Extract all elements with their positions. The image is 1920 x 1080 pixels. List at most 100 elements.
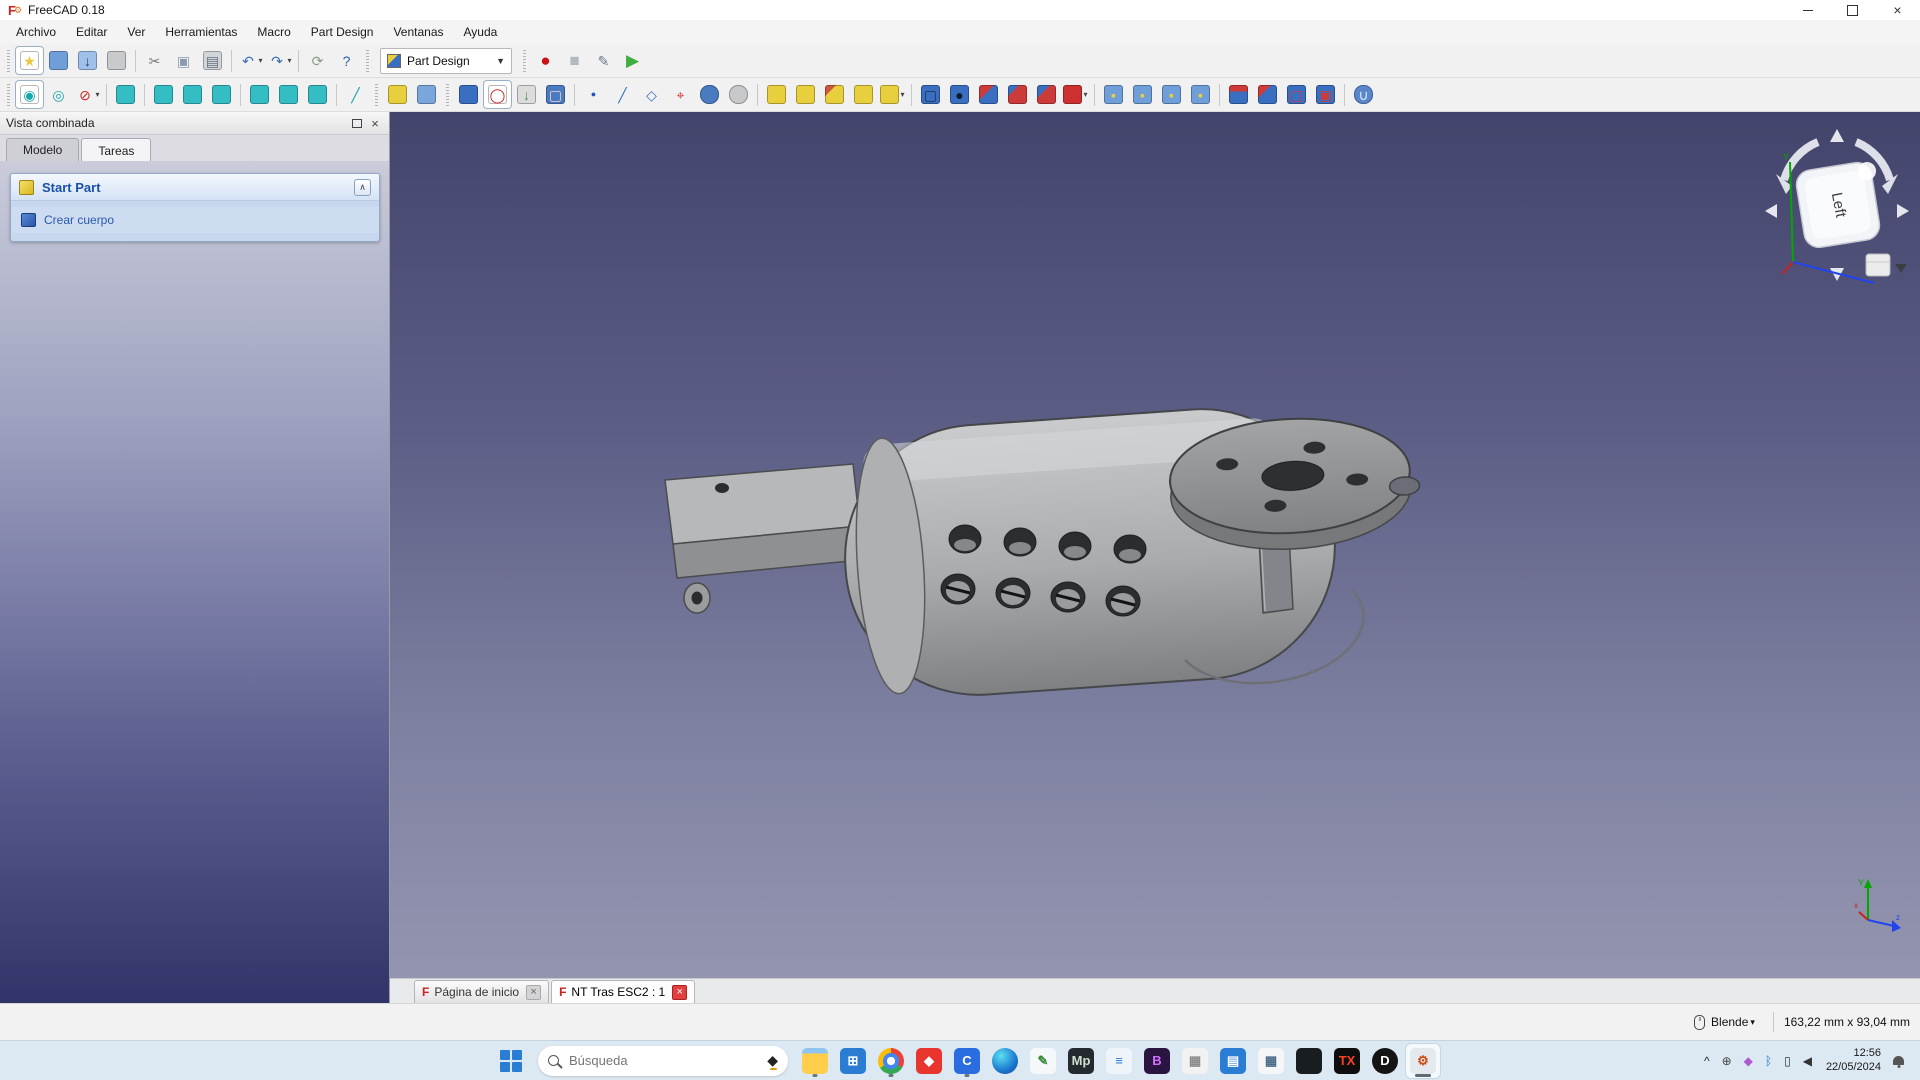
bottom-view-button[interactable] [275, 81, 302, 108]
document-tab-nt-tras-esc2-1[interactable]: FNT Tras ESC2 : 1× [551, 980, 695, 1003]
boolean-operation-button[interactable]: ∪ [1350, 81, 1377, 108]
groove-button[interactable] [975, 81, 1002, 108]
tray-chevron-icon[interactable]: ^ [1704, 1055, 1710, 1067]
tab-modelo[interactable]: Modelo [6, 138, 79, 161]
shape-binder-button[interactable] [696, 81, 723, 108]
draft-button[interactable]: ▢ [1283, 81, 1310, 108]
taskbar-clock[interactable]: 12:56 22/05/2024 [1826, 1047, 1881, 1075]
top-view-button[interactable] [179, 81, 206, 108]
left-view-button[interactable] [304, 81, 331, 108]
axonometric-view-button[interactable] [112, 81, 139, 108]
close-tab-button[interactable]: × [526, 985, 541, 1000]
grid-app-button[interactable]: ▦ [1178, 1044, 1212, 1078]
revolution-button[interactable] [792, 81, 819, 108]
navigation-cube[interactable]: Y Left [1762, 116, 1912, 288]
rear-view-button[interactable] [246, 81, 273, 108]
tab-tareas[interactable]: Tareas [81, 138, 151, 162]
cut-button[interactable]: ✂ [141, 47, 168, 74]
refresh-button[interactable]: ⟳ [304, 47, 331, 74]
close-button[interactable]: × [1875, 0, 1920, 20]
volume-icon[interactable]: ◀ [1803, 1055, 1812, 1067]
datum-plane-button[interactable]: ◇ [638, 81, 665, 108]
restore-button[interactable] [1830, 0, 1875, 20]
tray-globe-icon[interactable]: ⊕ [1722, 1055, 1732, 1067]
measure-distance-button[interactable]: ╱ [342, 81, 369, 108]
freecad-app-button[interactable]: ⚙ [1406, 1044, 1440, 1078]
draw-style-dropdown-arrow[interactable]: ▾ [95, 90, 99, 99]
create-body-task[interactable]: Crear cuerpo [11, 207, 379, 233]
notification-bell-icon[interactable] [1893, 1056, 1904, 1065]
bluetooth-icon[interactable]: ᛒ [1765, 1055, 1772, 1067]
deviation-button[interactable]: D [1368, 1044, 1402, 1078]
save-file-button[interactable]: ↓ [74, 47, 101, 74]
camtasia-button[interactable]: C [950, 1044, 984, 1078]
right-view-button[interactable] [208, 81, 235, 108]
chevron-down-icon[interactable]: ▾ [1750, 1017, 1755, 1028]
redo-button[interactable]: ↷▾ [266, 47, 293, 74]
subtractive-loft-button[interactable] [1004, 81, 1031, 108]
fillet-button[interactable] [1225, 81, 1252, 108]
subtractive-pipe-button[interactable] [1033, 81, 1060, 108]
edit-sketch-button[interactable]: ↓ [513, 81, 540, 108]
search-input[interactable] [567, 1052, 761, 1069]
chart-app-button[interactable]: ▤ [1216, 1044, 1250, 1078]
phone-link-icon[interactable]: ▯ [1784, 1055, 1791, 1067]
additive-primitive-button[interactable]: ▾ [879, 81, 906, 108]
file-explorer-button[interactable] [798, 1044, 832, 1078]
menu-ventanas[interactable]: Ventanas [383, 21, 453, 43]
create-group-button[interactable] [413, 81, 440, 108]
opentx-button[interactable]: TX [1330, 1044, 1364, 1078]
linear-pattern-button[interactable]: ▪ [1129, 81, 1156, 108]
copy-button[interactable]: ▣ [170, 47, 197, 74]
menu-ver[interactable]: Ver [117, 21, 155, 43]
part-model[interactable] [665, 400, 1423, 704]
menu-part-design[interactable]: Part Design [301, 21, 384, 43]
document-tab-p-gina-de-inicio[interactable]: FPágina de inicio× [414, 980, 549, 1003]
table-app-button[interactable]: ▦ [1254, 1044, 1288, 1078]
nav-right-arrow[interactable] [1897, 204, 1909, 218]
blheli-configurator-button[interactable]: B [1140, 1044, 1174, 1078]
fit-selection-button[interactable]: ◎ [45, 81, 72, 108]
3d-viewport[interactable]: Y Left Y x z [390, 112, 1920, 978]
minimize-button[interactable] [1785, 0, 1830, 20]
undo-button[interactable]: ↶▾ [237, 47, 264, 74]
collapse-task-button[interactable]: ∧ [354, 179, 371, 196]
menu-ayuda[interactable]: Ayuda [454, 21, 508, 43]
macro-record-button[interactable]: ● [532, 47, 559, 74]
open-file-button[interactable] [45, 47, 72, 74]
nav-menu-arrow[interactable] [1895, 264, 1907, 273]
search-box[interactable]: ◆ [538, 1046, 788, 1076]
fit-all-button[interactable]: ◉ [16, 81, 43, 108]
additive-loft-button[interactable] [821, 81, 848, 108]
pad-button[interactable] [763, 81, 790, 108]
macro-play-button[interactable]: ▶ [619, 47, 646, 74]
pocket-button[interactable]: ▢ [917, 81, 944, 108]
new-file-button[interactable]: ★ [16, 47, 43, 74]
nav-up-arrow[interactable] [1830, 129, 1844, 142]
mirrored-button[interactable]: ▪ [1100, 81, 1127, 108]
create-part-button[interactable] [384, 81, 411, 108]
paste-button[interactable]: ▤ [199, 47, 226, 74]
additive-pipe-button[interactable] [850, 81, 877, 108]
menu-macro[interactable]: Macro [247, 21, 300, 43]
close-tab-button[interactable]: × [672, 985, 687, 1000]
task-header[interactable]: Start Part ∧ [11, 174, 379, 201]
map-sketch-to-face-button[interactable]: ▢ [542, 81, 569, 108]
float-panel-button[interactable] [349, 116, 365, 130]
navigation-style-selector[interactable]: Blende [1711, 1015, 1748, 1029]
multi-transform-button[interactable]: ▪ [1187, 81, 1214, 108]
microsoft-store-button[interactable]: ⊞ [836, 1044, 870, 1078]
journal-app-button[interactable]: ✎ [1026, 1044, 1060, 1078]
red-diamond-app-button[interactable]: ◆ [912, 1044, 946, 1078]
workbench-selector[interactable]: Part Design ▼ [380, 48, 512, 74]
print-button[interactable] [103, 47, 130, 74]
front-view-button[interactable] [150, 81, 177, 108]
chrome-button[interactable] [874, 1044, 908, 1078]
datum-point-button[interactable]: ● [580, 81, 607, 108]
edge-button[interactable] [988, 1044, 1022, 1078]
additive-primitive-dropdown-arrow[interactable]: ▾ [900, 90, 904, 99]
notes-app-button[interactable]: ≡ [1102, 1044, 1136, 1078]
chamfer-button[interactable] [1254, 81, 1281, 108]
nav-left-arrow[interactable] [1765, 204, 1777, 218]
dark-app-button[interactable] [1292, 1044, 1326, 1078]
